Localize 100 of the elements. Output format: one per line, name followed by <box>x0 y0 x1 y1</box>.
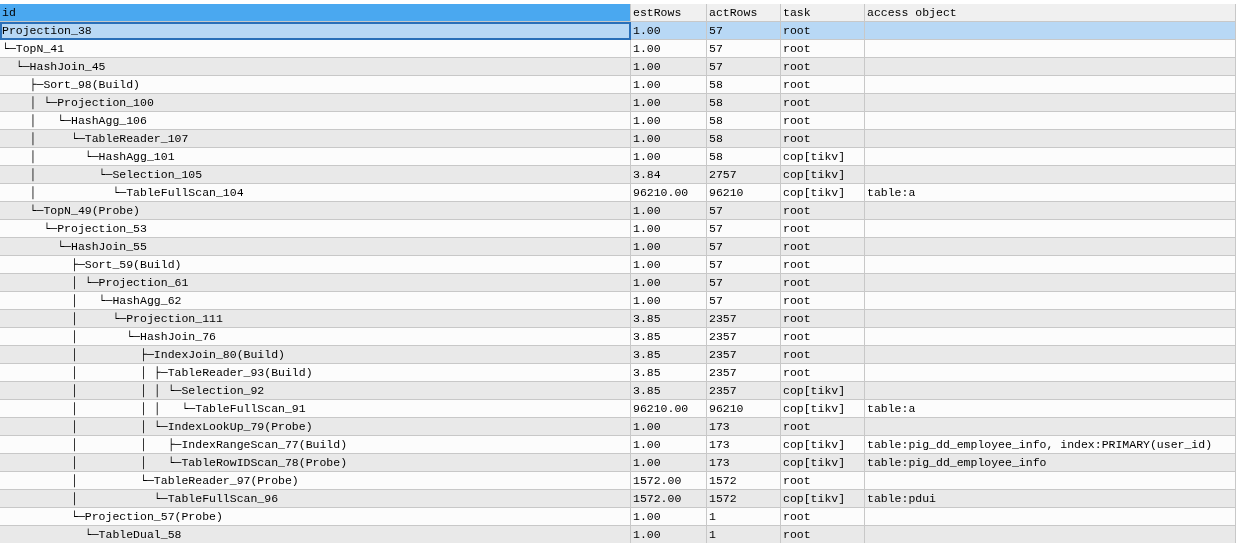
table-cell-text: 1.00 <box>632 95 662 111</box>
table-cell-text: │ └─HashJoin_76 <box>70 329 217 345</box>
table-row[interactable]: │ └─HashJoin_76 3.85 2357 root <box>0 328 1236 346</box>
table-cell-text: 96210 <box>708 401 745 417</box>
table-cell-text: 57 <box>708 23 724 39</box>
table-row[interactable]: └─TopN_49(Probe) 1.00 57 root <box>0 202 1236 220</box>
table-row[interactable]: │ └─Projection_111 3.85 2357 root <box>0 310 1236 328</box>
table-row[interactable]: │ │ └─IndexLookUp_79(Probe) 1.00 173 root <box>0 418 1236 436</box>
table-cell-text: 3.85 <box>632 383 662 399</box>
table-cell-text: cop[tikv] <box>782 149 847 165</box>
table-row[interactable]: └─Projection_57(Probe) 1.00 1 root <box>0 508 1236 526</box>
table-row[interactable]: │ ├─IndexJoin_80(Build) 3.85 2357 root <box>0 346 1236 364</box>
table-cell-text: │ └─TableReader_107 <box>28 131 190 147</box>
column-header[interactable]: actRows <box>707 4 781 22</box>
table-cell-text: root <box>782 203 812 219</box>
table-cell-text: 58 <box>708 77 724 93</box>
table-cell-text: └─Projection_57(Probe) <box>70 509 224 525</box>
table-row[interactable]: │ └─Selection_105 3.84 2757 cop[tikv] <box>0 166 1236 184</box>
table-cell-text: │ └─Projection_100 <box>28 95 155 111</box>
table-cell-text: 1.00 <box>632 77 662 93</box>
table-cell-text: table:a <box>866 185 917 201</box>
table-row[interactable]: │ └─Projection_100 1.00 58 root <box>0 94 1236 112</box>
table-row[interactable]: └─HashJoin_45 1.00 57 root <box>0 58 1236 76</box>
table-row[interactable]: │ │ │ └─Selection_92 3.85 2357 cop[tikv] <box>0 382 1236 400</box>
table-row[interactable]: Projection_38 1.00 57 root <box>0 22 1236 40</box>
table-cell-text: cop[tikv] <box>782 437 847 453</box>
table-cell-text: 96210 <box>708 185 745 201</box>
table-cell-text: 3.85 <box>632 311 662 327</box>
table-cell-text: cop[tikv] <box>782 383 847 399</box>
table-row[interactable]: │ │ ├─TableReader_93(Build) 3.85 2357 root <box>0 364 1236 382</box>
table-cell-text: 57 <box>708 257 724 273</box>
table-row[interactable]: │ └─TableReader_97(Probe) 1572.00 1572 root <box>0 472 1236 490</box>
table-cell-text: 57 <box>708 203 724 219</box>
table-cell-text: root <box>782 509 812 525</box>
table-row[interactable]: └─Projection_53 1.00 57 root <box>0 220 1236 238</box>
table-cell-text: │ │ │ └─TableFullScan_91 <box>70 401 307 417</box>
column-header[interactable]: task <box>781 4 865 22</box>
table-cell-text: 1.00 <box>632 59 662 75</box>
table-row[interactable]: │ │ │ └─TableFullScan_91 96210.00 96210 cop[tikv] table:a <box>0 400 1236 418</box>
table-cell-text: └─HashJoin_55 <box>56 239 148 255</box>
column-header[interactable]: id <box>0 4 631 22</box>
table-cell-text: root <box>782 131 812 147</box>
table-cell-text: cop[tikv] <box>782 455 847 471</box>
table-cell-text: │ │ ├─IndexRangeScan_77(Build) <box>70 437 349 453</box>
table-row[interactable]: │ └─HashAgg_106 1.00 58 root <box>0 112 1236 130</box>
column-header[interactable]: access object <box>865 4 1236 22</box>
table-cell-text: └─Projection_53 <box>42 221 148 237</box>
table-cell-text: root <box>782 275 812 291</box>
table-row[interactable]: │ └─TableFullScan_96 1572.00 1572 cop[tikv] table:pdui <box>0 490 1236 508</box>
table-cell-text: 1.00 <box>632 203 662 219</box>
table-cell-text: cop[tikv] <box>782 185 847 201</box>
table-cell-text: root <box>782 347 812 363</box>
table-cell-text: │ └─TableFullScan_104 <box>28 185 245 201</box>
table-cell-text: 1.00 <box>632 455 662 471</box>
table-cell-text: root <box>782 23 812 39</box>
table-row[interactable]: │ └─Projection_61 1.00 57 root <box>0 274 1236 292</box>
table-cell-text: 2757 <box>708 167 738 183</box>
table-cell-text: 1572 <box>708 473 738 489</box>
table-cell-text: 1.00 <box>632 131 662 147</box>
table-cell-text: 1.00 <box>632 239 662 255</box>
table-cell-text: 57 <box>708 293 724 309</box>
table-cell-text: root <box>782 419 812 435</box>
table-cell-text: 2357 <box>708 329 738 345</box>
table-cell-text: 1.00 <box>632 275 662 291</box>
table-cell-text: │ └─HashAgg_101 <box>28 149 176 165</box>
table-cell-text: 1.00 <box>632 41 662 57</box>
table-cell-text: ├─Sort_59(Build) <box>70 257 183 273</box>
table-cell-text: 57 <box>708 275 724 291</box>
table-row[interactable]: │ └─HashAgg_62 1.00 57 root <box>0 292 1236 310</box>
table-cell-text: 2357 <box>708 383 738 399</box>
table-cell-text: 57 <box>708 239 724 255</box>
table-cell-text: 58 <box>708 131 724 147</box>
table-cell-text: │ │ └─IndexLookUp_79(Probe) <box>70 419 314 435</box>
table-cell-text: 1.00 <box>632 509 662 525</box>
table-cell-text: 2357 <box>708 311 738 327</box>
table-row[interactable]: ├─Sort_98(Build) 1.00 58 root <box>0 76 1236 94</box>
table-cell-text: root <box>782 41 812 57</box>
table-cell-text: │ └─Projection_111 <box>70 311 224 327</box>
table-cell-text: 2357 <box>708 365 738 381</box>
table-row[interactable]: │ └─TableReader_107 1.00 58 root <box>0 130 1236 148</box>
table-cell-text: 58 <box>708 149 724 165</box>
table-cell-text: 58 <box>708 95 724 111</box>
table-cell-text: Projection_38 <box>1 23 93 39</box>
column-header[interactable]: estRows <box>631 4 707 22</box>
table-cell-text: │ └─HashAgg_106 <box>28 113 148 129</box>
table-row[interactable]: ├─Sort_59(Build) 1.00 57 root <box>0 256 1236 274</box>
table-row[interactable]: │ └─TableFullScan_104 96210.00 96210 cop[tikv] table:a <box>0 184 1236 202</box>
table-cell-text: 58 <box>708 113 724 129</box>
table-cell-text: └─TableDual_58 <box>83 527 183 543</box>
table-cell-text: root <box>782 311 812 327</box>
table-cell-text: table:pig_dd_employee_info <box>866 455 1048 471</box>
table-row[interactable]: │ └─HashAgg_101 1.00 58 cop[tikv] <box>0 148 1236 166</box>
table-row[interactable]: │ │ └─TableRowIDScan_78(Probe) 1.00 173 cop[tikv] table:pig_dd_employee_info <box>0 454 1236 472</box>
table-cell-text: cop[tikv] <box>782 491 847 507</box>
table-row[interactable]: └─TableDual_58 1.00 1 root <box>0 526 1236 543</box>
table-cell-text: table:pig_dd_employee_info, index:PRIMARY(user_id) <box>866 437 1214 453</box>
table-cell-text: │ ├─IndexJoin_80(Build) <box>70 347 286 363</box>
table-row[interactable]: └─HashJoin_55 1.00 57 root <box>0 238 1236 256</box>
table-row[interactable]: └─TopN_41 1.00 57 root <box>0 40 1236 58</box>
table-row[interactable]: │ │ ├─IndexRangeScan_77(Build) 1.00 173 cop[tikv] table:pig_dd_employee_info, index:PRIMARY(user_id) <box>0 436 1236 454</box>
